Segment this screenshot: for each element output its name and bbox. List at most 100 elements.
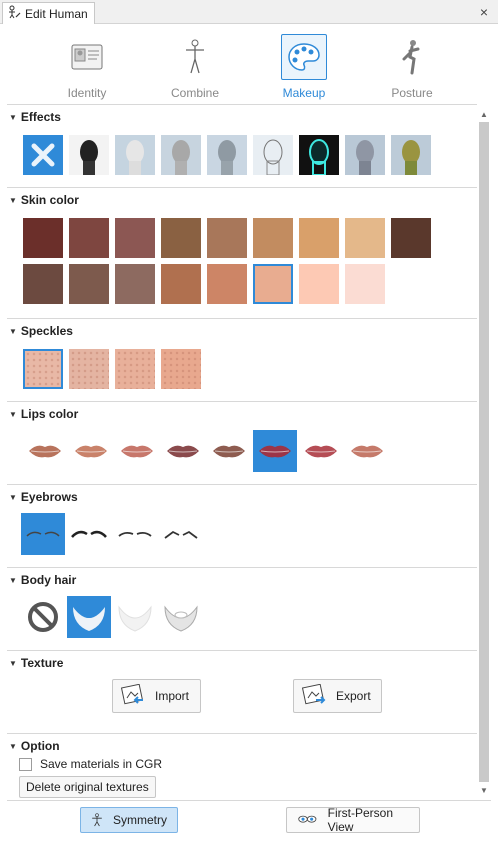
export-icon <box>302 684 326 705</box>
skin-swatch[interactable] <box>253 218 293 258</box>
skin-swatch[interactable] <box>23 218 63 258</box>
texture-title: Texture <box>20 656 64 670</box>
tab-posture-label: Posture <box>391 86 433 100</box>
scroll-thumb[interactable] <box>479 122 489 782</box>
tab-identity-label: Identity <box>67 86 107 100</box>
effect-none[interactable] <box>23 135 63 175</box>
body-hair-header[interactable]: ▼ Body hair <box>9 573 76 587</box>
skin-swatch[interactable] <box>115 218 155 258</box>
speckle-swatch[interactable] <box>69 349 109 389</box>
skin-color-header[interactable]: ▼ Skin color <box>9 193 79 207</box>
lip-swatch[interactable] <box>23 430 67 472</box>
first-person-view-button[interactable]: First-Person View <box>286 806 420 834</box>
skin-swatch[interactable] <box>69 264 109 304</box>
head-dark-icon <box>69 135 109 175</box>
skin-swatch[interactable] <box>299 218 339 258</box>
skin-swatch[interactable] <box>115 264 155 304</box>
lip-swatch[interactable] <box>345 430 389 472</box>
skin-swatch[interactable] <box>207 264 247 304</box>
effect-sketch[interactable] <box>253 135 293 176</box>
scroll-down-icon[interactable]: ▼ <box>478 784 490 796</box>
speckles-header[interactable]: ▼ Speckles <box>9 324 73 338</box>
head-white-icon <box>115 135 155 175</box>
speckle-swatch[interactable] <box>23 349 63 389</box>
effect-dark[interactable] <box>69 135 109 175</box>
lip-swatch[interactable] <box>207 430 251 472</box>
vertical-scrollbar[interactable]: ▲ ▼ <box>478 108 490 798</box>
import-button[interactable]: Import <box>112 679 201 713</box>
skin-swatch[interactable] <box>345 218 385 258</box>
body-hair-style-2[interactable] <box>113 596 157 638</box>
palette-icon <box>281 34 327 80</box>
eyebrow-thick-icon <box>71 530 107 538</box>
human-figure-icon <box>172 34 218 80</box>
tab-combine[interactable]: Combine <box>140 34 250 104</box>
effect-metal[interactable] <box>345 135 385 175</box>
lips-icon <box>167 445 199 458</box>
lips-color-title: Lips color <box>20 407 79 421</box>
option-header[interactable]: ▼ Option <box>9 739 60 753</box>
lip-swatch[interactable] <box>161 430 205 472</box>
delete-textures-button[interactable]: Delete original textures <box>19 776 156 798</box>
tab-makeup[interactable]: Makeup <box>249 34 359 104</box>
effect-neon[interactable] <box>299 135 339 176</box>
lips-color-header[interactable]: ▼ Lips color <box>9 407 78 421</box>
close-button[interactable]: × <box>476 4 492 20</box>
delete-textures-label: Delete original textures <box>26 780 149 794</box>
save-materials-row[interactable]: Save materials in CGR <box>19 757 162 771</box>
skin-swatch[interactable] <box>253 264 293 304</box>
lips-icon <box>305 445 337 458</box>
window-tab[interactable]: Edit Human <box>2 2 95 24</box>
body-hair-none[interactable] <box>21 596 65 638</box>
speckle-swatch[interactable] <box>161 349 201 389</box>
texture-header[interactable]: ▼ Texture <box>9 656 63 670</box>
skin-swatch[interactable] <box>161 264 201 304</box>
skin-swatch[interactable] <box>23 264 63 304</box>
effects-header[interactable]: ▼ Effects <box>9 110 61 124</box>
skin-swatch[interactable] <box>161 218 201 258</box>
speckle-swatch[interactable] <box>115 349 155 389</box>
save-materials-label: Save materials in CGR <box>40 757 163 771</box>
option-section: ▼ Option Save materials in CGR Delete ori… <box>7 734 477 798</box>
collapse-caret-icon: ▼ <box>9 409 17 419</box>
body-hair-style-3[interactable] <box>159 596 203 638</box>
body-hair-style-1[interactable] <box>67 596 111 638</box>
symmetry-button[interactable]: Symmetry <box>80 807 178 833</box>
lip-swatch[interactable] <box>253 430 297 472</box>
eyebrow-style-3[interactable] <box>113 513 157 555</box>
skin-swatch[interactable] <box>299 264 339 304</box>
eyebrow-thin-icon <box>26 531 60 537</box>
beard-grey-icon <box>164 605 198 632</box>
texture-section: ▼ Texture Import Export <box>7 651 477 734</box>
lips-icon <box>351 445 383 458</box>
head-shadow-icon <box>207 135 247 175</box>
lips-color-section: ▼ Lips color <box>7 402 477 485</box>
skin-swatch[interactable] <box>69 218 109 258</box>
eyebrow-style-2[interactable] <box>67 513 111 555</box>
tab-identity[interactable]: Identity <box>32 34 142 104</box>
export-button[interactable]: Export <box>293 679 382 713</box>
save-materials-checkbox[interactable] <box>19 757 32 771</box>
scroll-up-icon[interactable]: ▲ <box>478 108 490 120</box>
effect-white[interactable] <box>115 135 155 175</box>
eyebrow-style-4[interactable] <box>159 513 203 555</box>
first-person-label: First-Person View <box>327 806 393 834</box>
eyebrow-style-1[interactable] <box>21 513 65 555</box>
head-gold-icon <box>391 135 431 175</box>
effect-shadow[interactable] <box>207 135 247 175</box>
skin-swatch[interactable] <box>207 218 247 258</box>
posture-figure-icon <box>389 34 435 80</box>
lips-icon <box>213 445 245 458</box>
skin-swatch[interactable] <box>391 218 431 258</box>
effect-grey[interactable] <box>161 135 201 175</box>
export-label: Export <box>336 689 371 703</box>
lip-swatch[interactable] <box>299 430 343 472</box>
lip-swatch[interactable] <box>69 430 113 472</box>
lip-swatch[interactable] <box>115 430 159 472</box>
effect-gold[interactable] <box>391 135 431 175</box>
skin-swatch[interactable] <box>345 264 385 304</box>
eyebrows-header[interactable]: ▼ Eyebrows <box>9 490 78 504</box>
edit-human-icon <box>7 5 21 22</box>
tab-posture[interactable]: Posture <box>357 34 467 104</box>
bottom-toolbar: Symmetry First-Person View <box>7 800 491 840</box>
